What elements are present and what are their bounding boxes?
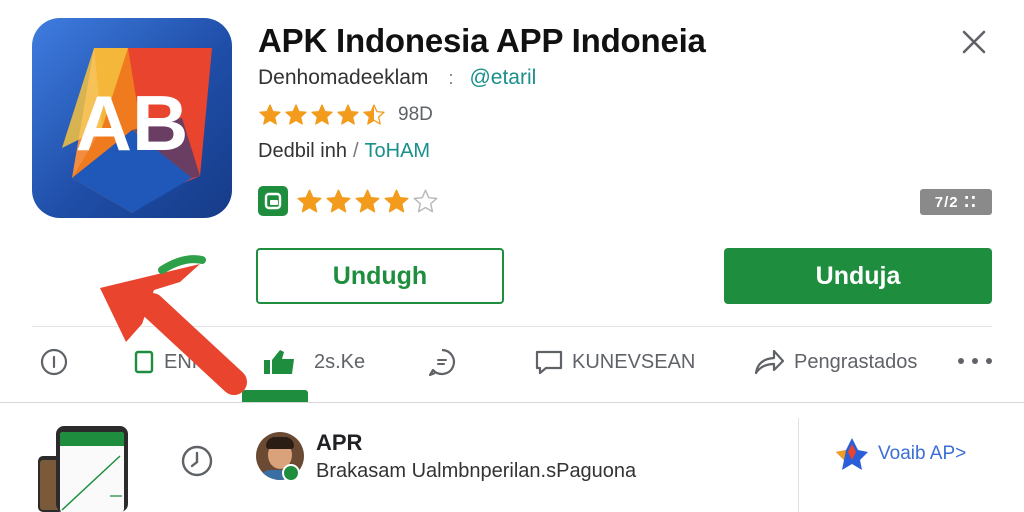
tab-overview-label: ENP: [164, 350, 206, 373]
app-title: APK Indonesia APP Indoneia: [258, 22, 706, 59]
star-icon: [285, 104, 307, 125]
close-button[interactable]: [954, 22, 994, 62]
view-app-link-label: Voaib AP>: [878, 443, 967, 464]
star-icon: [384, 189, 409, 212]
close-icon: [962, 30, 986, 54]
detail-label: Dedbil inh: [258, 139, 347, 162]
verified-badge-icon: [282, 464, 300, 482]
version-badge: 7/2 ⁚⁚: [920, 189, 992, 215]
share-icon: [754, 349, 785, 375]
info-icon: [40, 348, 68, 376]
message-icon: [535, 350, 563, 375]
badge-rating-row: [258, 184, 439, 218]
thumbs-up-icon: [264, 350, 294, 374]
app-icon: AB: [32, 18, 232, 218]
editors-choice-icon: [258, 186, 288, 216]
active-tab-indicator: [242, 390, 308, 402]
star-icon: [326, 189, 351, 212]
phone-screenshot[interactable]: [56, 426, 128, 512]
tab-share[interactable]: Pengrastados: [752, 340, 917, 384]
rating-row: 98D: [258, 100, 433, 130]
developer-separator: :: [448, 67, 454, 88]
rating-count: 98D: [398, 104, 433, 125]
star-icon: [337, 104, 359, 125]
tab-messages[interactable]: KUNEVSEAN: [534, 340, 695, 384]
developer-name: Denhomadeeklam: [258, 66, 429, 89]
review-text: Brakasam Ualmbnperilan.sPaguona: [316, 460, 637, 482]
star-icon: [259, 104, 281, 125]
star-icon: [355, 189, 380, 212]
primary-download-button[interactable]: Unduja: [724, 248, 992, 304]
review-author: APR: [316, 430, 363, 455]
tab-reviews[interactable]: 2s.Ke: [262, 340, 365, 384]
star-rating: [258, 103, 386, 127]
tab-chat[interactable]: [426, 340, 458, 384]
view-app-link[interactable]: Voaib AP>: [834, 436, 966, 472]
more-options-icon[interactable]: [958, 346, 992, 376]
developer-row: Denhomadeeklam : @etaril: [258, 64, 536, 92]
app-icon-letters: AB: [76, 79, 189, 167]
star-icon: [413, 189, 438, 212]
tab-share-label: Pengrastados: [794, 350, 918, 373]
clock-icon: [181, 445, 213, 477]
detail-row: Dedbil inh / ToHAM: [258, 136, 430, 166]
vertical-divider: [798, 418, 799, 512]
overview-icon: [134, 350, 154, 374]
section-divider: [32, 326, 992, 327]
secondary-download-button[interactable]: Undugh: [256, 248, 504, 304]
star-icon: [363, 104, 385, 125]
star-icon: [297, 189, 322, 212]
star-icon: [311, 104, 333, 125]
chat-icon: [428, 348, 456, 377]
detail-link[interactable]: ToHAM: [365, 140, 431, 163]
tab-overview[interactable]: ENP: [134, 340, 205, 384]
tab-messages-label: KUNEVSEAN: [572, 350, 696, 373]
app-logo-icon: [836, 438, 868, 470]
tab-reviews-label: 2s.Ke: [314, 350, 366, 373]
detail-separator: /: [352, 139, 359, 162]
tab-info[interactable]: [40, 340, 68, 384]
badge-star-rating: [296, 188, 439, 215]
developer-link[interactable]: @etaril: [469, 66, 536, 90]
